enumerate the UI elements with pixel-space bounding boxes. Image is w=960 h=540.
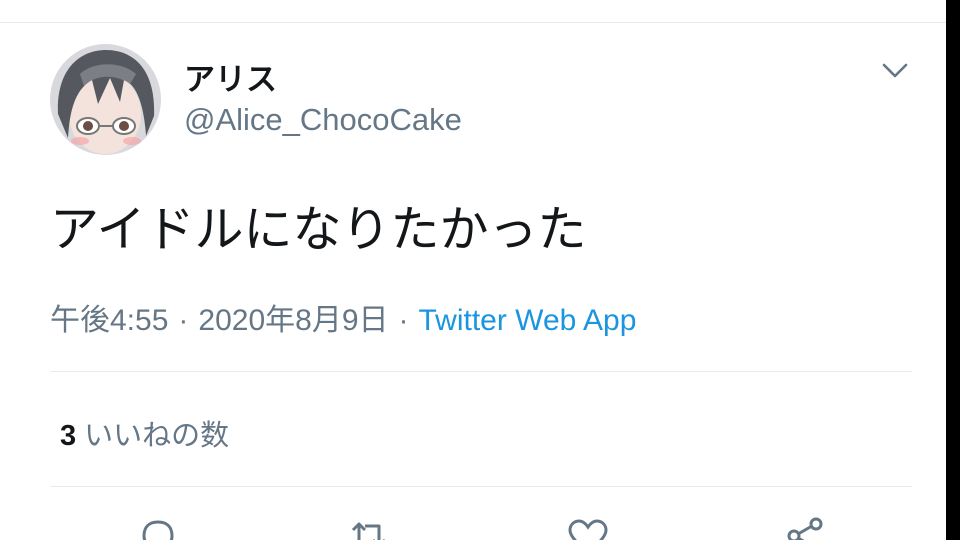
meta-separator: ·	[178, 304, 189, 337]
likes-count: 3	[60, 420, 77, 452]
divider	[50, 486, 912, 487]
likes-label: いいねの数	[84, 420, 230, 452]
tweet-text: アイドルになりたかった	[50, 203, 587, 257]
avatar[interactable]	[50, 44, 161, 155]
tweet-date[interactable]: 2020年8月9日	[198, 304, 388, 337]
reply-icon[interactable]	[134, 516, 182, 540]
heart-icon[interactable]	[564, 516, 612, 540]
window-edge	[946, 0, 960, 540]
likes-stat[interactable]: 3 いいねの数	[60, 412, 229, 454]
tweet-source-link[interactable]: Twitter Web App	[419, 304, 637, 337]
retweet-icon[interactable]	[345, 516, 393, 540]
user-handle[interactable]: @Alice_ChocoCake	[184, 102, 462, 138]
meta-separator: ·	[398, 304, 409, 337]
avatar-image	[50, 44, 161, 155]
chevron-down-icon[interactable]	[880, 58, 910, 84]
tweet-meta: 午後4:55 · 2020年8月9日 · Twitter Web App	[50, 295, 636, 339]
display-name[interactable]: アリス	[184, 54, 277, 99]
divider	[50, 371, 912, 372]
top-divider	[0, 22, 946, 23]
tweet-card: アリス @Alice_ChocoCake アイドルになりたかった 午後4:55 ·…	[0, 0, 946, 540]
tweet-time[interactable]: 午後4:55	[50, 304, 168, 337]
share-icon[interactable]	[782, 516, 830, 540]
